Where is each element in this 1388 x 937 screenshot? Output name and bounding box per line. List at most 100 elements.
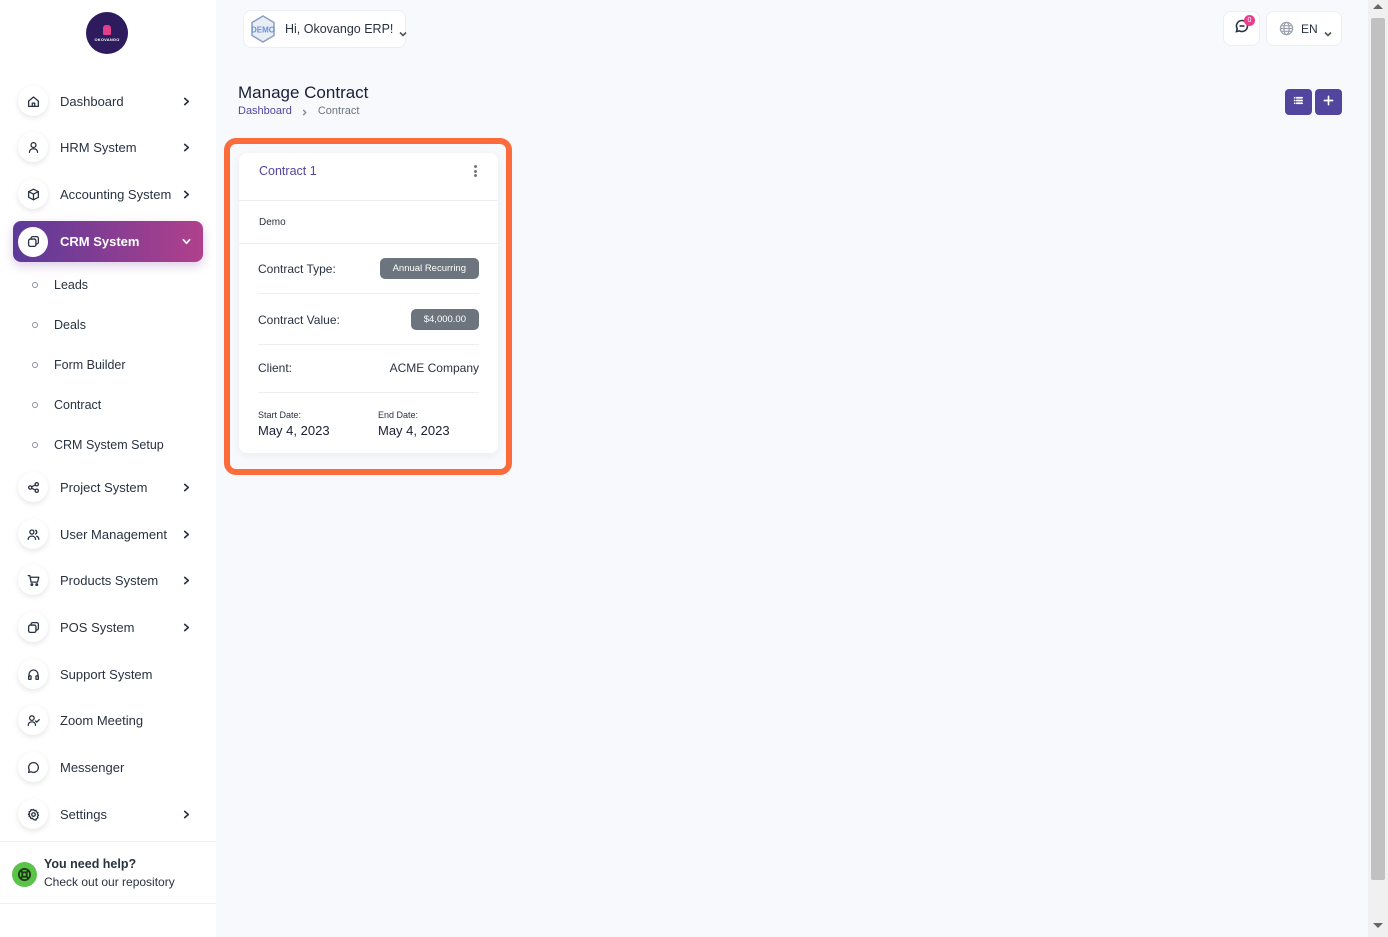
sidebar-subitem-form-builder[interactable]: Form Builder (32, 355, 126, 375)
help-repository-link[interactable]: Check out our repository (44, 875, 175, 889)
chevron-right-icon (301, 107, 309, 116)
plus-icon (1323, 93, 1334, 111)
share-icon (18, 472, 48, 502)
user-menu-button[interactable]: DEMO Hi, Okovango ERP! (243, 10, 407, 48)
sidebar-item-label: POS System (60, 619, 135, 635)
chevron-right-icon (181, 575, 191, 585)
layers-icon (18, 612, 48, 642)
language-selector[interactable]: EN (1266, 11, 1342, 46)
breadcrumb: Dashboard Contract (238, 105, 359, 117)
user-icon (18, 132, 48, 162)
sidebar-item-products[interactable]: Products System (13, 560, 203, 600)
scroll-up-arrow-icon[interactable] (1373, 4, 1383, 9)
contract-type-badge: Annual Recurring (379, 258, 479, 279)
lifebuoy-icon (12, 862, 37, 887)
user-greeting: Hi, Okovango ERP! (285, 22, 394, 36)
layers-icon (18, 226, 48, 257)
bullet-icon (32, 362, 38, 368)
list-view-button[interactable] (1285, 89, 1312, 115)
sidebar: OKOVANGO Dashboard HRM System Accounting… (0, 0, 216, 937)
client-value: ACME Company (389, 360, 479, 375)
cart-icon (18, 565, 48, 595)
sidebar-item-accounting[interactable]: Accounting System (13, 174, 203, 214)
contract-value-badge: $4,000.00 (410, 309, 479, 330)
breadcrumb-current: Contract (317, 105, 360, 117)
sidebar-subitem-contract[interactable]: Contract (32, 395, 101, 415)
sidebar-item-dashboard[interactable]: Dashboard (13, 81, 203, 121)
end-date-value: May 4, 2023 (378, 423, 450, 438)
contract-title-link[interactable]: Contract 1 (259, 164, 317, 178)
sidebar-subitem-label: Contract (54, 398, 102, 412)
sidebar-item-label: User Management (60, 526, 167, 542)
help-title: You need help? (44, 857, 137, 871)
list-icon (1293, 93, 1304, 111)
sidebar-subitem-label: CRM System Setup (54, 438, 164, 452)
chevron-right-icon (181, 482, 191, 492)
chevron-right-icon (181, 189, 191, 199)
sidebar-item-crm[interactable]: CRM System (13, 221, 203, 262)
box-icon (18, 179, 48, 209)
globe-icon (1279, 21, 1294, 36)
sidebar-subitem-label: Form Builder (54, 358, 126, 372)
sidebar-subitem-label: Leads (54, 278, 89, 292)
contract-type-label: Contract Type: (258, 261, 336, 276)
sidebar-item-label: Products System (60, 572, 159, 588)
help-panel[interactable]: You need help? Check out our repository (0, 841, 216, 904)
users-icon (18, 519, 48, 549)
sidebar-subitem-deals[interactable]: Deals (32, 315, 86, 335)
sidebar-item-project[interactable]: Project System (13, 467, 203, 507)
logo-mark (103, 24, 111, 35)
gear-icon (18, 799, 48, 829)
sidebar-item-label: Support System (60, 666, 153, 682)
end-date-block: End Date: May 4, 2023 (378, 410, 450, 438)
chevron-right-icon (181, 96, 191, 106)
sidebar-item-hrm[interactable]: HRM System (13, 127, 203, 167)
sidebar-item-label: Project System (60, 479, 148, 495)
chevron-right-icon (181, 809, 191, 819)
add-contract-button[interactable] (1315, 89, 1342, 115)
contract-description: Demo (259, 217, 286, 228)
page-title: Manage Contract (238, 83, 369, 102)
chevron-down-icon (1324, 25, 1332, 37)
home-icon (18, 86, 48, 116)
start-date-block: Start Date: May 4, 2023 (258, 410, 330, 438)
notification-badge: 0 (1244, 15, 1255, 26)
start-date-value: May 4, 2023 (258, 423, 330, 438)
sidebar-item-pos[interactable]: POS System (13, 607, 203, 647)
sidebar-item-label: Zoom Meeting (60, 712, 144, 728)
end-date-label: End Date: (378, 410, 419, 420)
scroll-thumb[interactable] (1371, 18, 1385, 880)
logo-text: OKOVANGO (94, 36, 120, 42)
chevron-right-icon (181, 529, 191, 539)
sidebar-subitem-crm-setup[interactable]: CRM System Setup (32, 435, 164, 455)
client-row: Client: ACME Company (258, 343, 479, 393)
sidebar-item-messenger[interactable]: Messenger (13, 747, 203, 787)
sidebar-item-label: Messenger (60, 759, 125, 775)
vertical-scrollbar[interactable] (1368, 0, 1388, 937)
start-date-label: Start Date: (258, 410, 302, 420)
notifications-button[interactable]: 0 (1223, 11, 1260, 46)
bullet-icon (32, 322, 38, 328)
contract-type-row: Contract Type: Annual Recurring (258, 244, 479, 294)
sidebar-item-zoom[interactable]: Zoom Meeting (13, 700, 203, 740)
sidebar-subitem-leads[interactable]: Leads (32, 275, 88, 295)
user-check-icon (18, 705, 48, 735)
sidebar-item-user-management[interactable]: User Management (13, 514, 203, 554)
more-options-icon[interactable] (469, 163, 481, 179)
scroll-down-arrow-icon[interactable] (1373, 923, 1383, 928)
contract-value-label: Contract Value: (258, 312, 340, 327)
brand-logo[interactable]: OKOVANGO (86, 12, 128, 54)
sidebar-item-settings[interactable]: Settings (13, 794, 203, 834)
card-header: Contract 1 (239, 153, 498, 201)
sidebar-item-support[interactable]: Support System (13, 654, 203, 694)
chevron-right-icon (181, 142, 191, 152)
language-label: EN (1301, 21, 1318, 36)
sidebar-subitem-label: Deals (54, 318, 86, 332)
chevron-right-icon (181, 622, 191, 632)
chevron-down-icon (181, 237, 191, 247)
sidebar-item-label: Dashboard (60, 93, 124, 109)
breadcrumb-dashboard-link[interactable]: Dashboard (238, 105, 292, 117)
bullet-icon (32, 402, 38, 408)
sidebar-item-label: Accounting System (60, 186, 172, 202)
bullet-icon (32, 442, 38, 448)
